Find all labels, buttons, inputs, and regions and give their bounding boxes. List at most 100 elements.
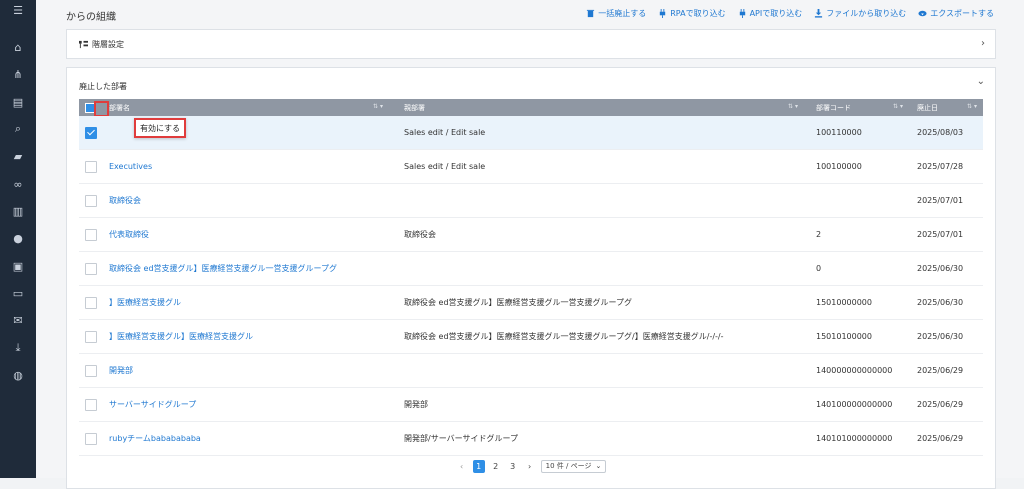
- parent-department: 取締役会 ed営支援グル】医療経営支援グル一営支援グループグ/】医療経営支援グル…: [404, 332, 724, 341]
- chevron-right-icon[interactable]: ›: [981, 38, 985, 49]
- prev-page-button[interactable]: ‹: [456, 460, 468, 473]
- table-row[interactable]: 開発部 140000000000000 2025/06/29: [79, 354, 983, 388]
- row-checkbox[interactable]: [85, 365, 97, 377]
- column-header-parent[interactable]: 親部署 ⇅ ▾: [404, 99, 804, 116]
- table-row[interactable]: rubyチームbababababa 開発部/サーバーサイドグループ 140101…: [79, 422, 983, 456]
- department-code: 2: [816, 230, 822, 239]
- download-icon[interactable]: ⤓: [0, 338, 36, 358]
- home-icon[interactable]: ⌂: [0, 37, 36, 57]
- page-title: からの組織: [66, 12, 116, 23]
- bulk-abolish-button[interactable]: 一括廃止する: [586, 8, 646, 19]
- table-row[interactable]: 取締役会 ed営支援グル】医療経営支援グル一営支援グループグ 0 2025/06…: [79, 252, 983, 286]
- department-name-link[interactable]: Executives: [109, 150, 152, 183]
- search-icon[interactable]: ⌕: [0, 119, 36, 139]
- table-row[interactable]: Sales edit / Edit sale 100110000 2025/08…: [79, 116, 983, 150]
- export-button[interactable]: エクスポートする: [918, 8, 994, 19]
- parent-department: 取締役会 ed営支援グル】医療経営支援グル一営支援グループグ: [404, 298, 633, 307]
- column-header-code-label: 部署コード: [816, 103, 851, 112]
- sort-filter-icon[interactable]: ⇅ ▾: [788, 103, 798, 110]
- mail-icon[interactable]: ✉: [0, 310, 36, 330]
- abolished-date: 2025/06/30: [917, 332, 964, 341]
- table-row[interactable]: サーバーサイドグループ 開発部 140100000000000 2025/06/…: [79, 388, 983, 422]
- abolished-date: 2025/06/30: [917, 298, 964, 307]
- row-checkbox[interactable]: [85, 331, 97, 343]
- page-button-3[interactable]: 3: [507, 460, 519, 473]
- chevron-down-icon[interactable]: ⌄: [977, 76, 985, 87]
- table-row[interactable]: 】医療経営支援グル】医療経営支援グル 取締役会 ed営支援グル】医療経営支援グル…: [79, 320, 983, 354]
- next-page-button[interactable]: ›: [524, 460, 536, 473]
- department-name-link[interactable]: 取締役会 ed営支援グル】医療経営支援グル一営支援グループグ: [109, 252, 337, 285]
- department-code: 140100000000000: [816, 400, 893, 409]
- chat-icon[interactable]: ▰: [0, 146, 36, 166]
- file-import-button[interactable]: ファイルから取り込む: [814, 8, 906, 19]
- column-header-date-label: 廃止日: [917, 103, 938, 112]
- column-header-parent-label: 親部署: [404, 103, 425, 112]
- table-row[interactable]: 代表取締役 取締役会 2 2025/07/01: [79, 218, 983, 252]
- pagination: ‹ 1 2 3 › 10 件 / ページ ⌄: [67, 458, 995, 474]
- table-row[interactable]: 取締役会 2025/07/01: [79, 184, 983, 218]
- row-checkbox[interactable]: [85, 399, 97, 411]
- abolished-date: 2025/07/01: [917, 196, 964, 205]
- column-header-code[interactable]: 部署コード ⇅ ▾: [816, 99, 909, 116]
- sort-filter-icon[interactable]: ⇅ ▾: [893, 103, 903, 110]
- bulk-abolish-label: 一括廃止する: [598, 9, 647, 18]
- file-import-label: ファイルから取り込む: [826, 9, 907, 18]
- export-label: エクスポートする: [930, 9, 994, 18]
- table-row[interactable]: 】医療経営支援グル 取締役会 ed営支援グル】医療経営支援グル一営支援グループグ…: [79, 286, 983, 320]
- page-size-select[interactable]: 10 件 / ページ ⌄: [540, 459, 607, 473]
- api-import-label: APIで取り込む: [749, 9, 803, 18]
- department-name-link[interactable]: サーバーサイドグループ: [109, 388, 196, 421]
- department-name-link[interactable]: 】医療経営支援グル】医療経営支援グル: [109, 320, 253, 353]
- abolished-date: 2025/06/29: [917, 366, 964, 375]
- department-name-link[interactable]: 取締役会: [109, 184, 141, 217]
- api-import-button[interactable]: APIで取り込む: [738, 8, 803, 19]
- info-icon[interactable]: ●: [0, 228, 36, 248]
- page-button-1[interactable]: 1: [472, 459, 485, 473]
- bulk-action-dropdown-button[interactable]: [94, 101, 109, 117]
- user-settings-icon[interactable]: ◍: [0, 365, 36, 385]
- row-checkbox[interactable]: [85, 433, 97, 445]
- department-name-link[interactable]: rubyチームbababababa: [109, 422, 201, 455]
- column-header-date[interactable]: 廃止日 ⇅ ▾: [917, 99, 983, 116]
- row-checkbox[interactable]: [85, 263, 97, 275]
- department-name-link[interactable]: 開発部: [109, 354, 133, 387]
- menu-icon[interactable]: ☰: [0, 0, 36, 20]
- book-icon[interactable]: ▭: [0, 283, 36, 303]
- document-icon[interactable]: ▤: [0, 92, 36, 112]
- sort-filter-icon[interactable]: ⇅ ▾: [967, 103, 977, 110]
- parent-department: 開発部: [404, 400, 428, 409]
- row-checkbox[interactable]: [85, 195, 97, 207]
- abolished-date: 2025/06/30: [917, 264, 964, 273]
- department-name-link[interactable]: 】医療経営支援グル: [109, 286, 181, 319]
- org-chart-icon[interactable]: ⋔: [0, 64, 36, 84]
- hierarchy-settings-title-row: 階層設定: [79, 39, 124, 50]
- link-icon[interactable]: ∞: [0, 174, 36, 194]
- abolished-date: 2025/06/29: [917, 434, 964, 443]
- row-checkbox[interactable]: [85, 161, 97, 173]
- department-code: 140000000000000: [816, 366, 893, 375]
- department-code: 0: [816, 264, 822, 273]
- chart-icon[interactable]: ▥: [0, 201, 36, 221]
- department-code: 100100000: [816, 162, 862, 171]
- hierarchy-settings-panel[interactable]: 階層設定 ›: [66, 29, 996, 59]
- abolished-date: 2025/08/03: [917, 128, 964, 137]
- download-icon: [815, 9, 823, 18]
- row-checkbox[interactable]: [85, 297, 97, 309]
- page-size-value: 10 件 / ページ: [545, 462, 592, 470]
- row-checkbox[interactable]: [85, 229, 97, 241]
- table-row[interactable]: Executives Sales edit / Edit sale 100100…: [79, 150, 983, 184]
- chevron-down-icon: ⌄: [595, 462, 602, 470]
- department-code: 15010100000: [816, 332, 872, 341]
- rpa-import-button[interactable]: RPAで取り込む: [658, 8, 726, 19]
- trash-icon: [587, 9, 595, 18]
- department-name-link[interactable]: 代表取締役: [109, 218, 149, 251]
- sort-filter-icon[interactable]: ⇅ ▾: [373, 103, 383, 110]
- contact-card-icon[interactable]: ▣: [0, 256, 36, 276]
- header-actions: 一括廃止する RPAで取り込む APIで取り込む ファイルから取り込む エクスポ…: [586, 8, 994, 19]
- hierarchy-settings-title: 階層設定: [92, 40, 124, 49]
- page-button-2[interactable]: 2: [490, 460, 502, 473]
- row-checkbox[interactable]: [85, 127, 97, 139]
- activate-menu-item[interactable]: 有効にする: [134, 118, 186, 138]
- abolished-date: 2025/06/29: [917, 400, 964, 409]
- column-header-name[interactable]: 部署名 ⇅ ▾: [109, 99, 389, 116]
